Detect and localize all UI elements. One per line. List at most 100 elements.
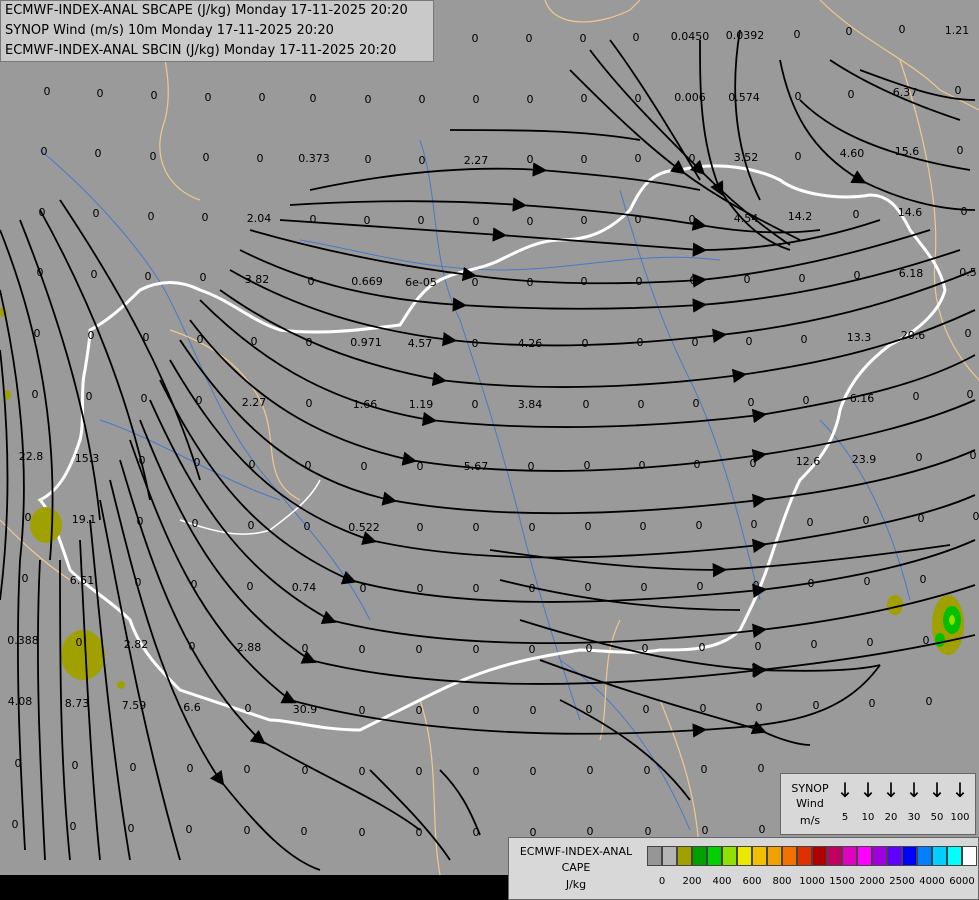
cape-value-label: 0 <box>310 213 317 226</box>
cape-value-label: 0 <box>416 643 423 656</box>
cape-value-label: 0 <box>44 85 51 98</box>
cape-value-label: 0 <box>473 215 480 228</box>
cape-value-label: 0 <box>753 579 760 592</box>
cape-value-label: 0 <box>635 92 642 105</box>
cape-value-label: 30.9 <box>293 703 318 716</box>
cape-value-label: 0 <box>807 516 814 529</box>
cape-value-label: 0 <box>473 521 480 534</box>
cape-tick-label: 600 <box>742 876 762 887</box>
cape-value-label: 0 <box>746 335 753 348</box>
cape-value-label: 0 <box>848 88 855 101</box>
cape-value-label: 0 <box>200 271 207 284</box>
cape-value-label: 0.522 <box>348 521 380 534</box>
cape-tick-label: 400 <box>712 876 732 887</box>
cape-tick-label: 0 <box>658 876 666 887</box>
cape-value-label: 0 <box>581 275 588 288</box>
cape-value-label: 0.971 <box>350 336 382 349</box>
cape-value-label: 20.6 <box>901 329 926 342</box>
cape-value-label: 0 <box>916 451 923 464</box>
cape-value-label: 0 <box>808 577 815 590</box>
cape-value-label: 6.51 <box>70 574 95 587</box>
cape-value-label: 0 <box>967 388 974 401</box>
header-line-cin: ECMWF-INDEX-ANAL SBCIN (J/kg) Monday 17-… <box>5 43 397 58</box>
cape-value-label: 0 <box>582 337 589 350</box>
cape-value-label: 0 <box>93 207 100 220</box>
cape-value-label: 0 <box>197 333 204 346</box>
cape-value-label: 4.54 <box>734 212 759 225</box>
cape-value-label: 0 <box>359 826 366 839</box>
cape-value-label: 0 <box>205 91 212 104</box>
cape-value-label: 23.9 <box>852 453 877 466</box>
cape-value-label: 0 <box>145 270 152 283</box>
cape-value-label: 7.59 <box>122 699 147 712</box>
cape-value-label: 0 <box>417 582 424 595</box>
cape-value-label: 0 <box>194 456 201 469</box>
cape-value-label: 0 <box>759 823 766 836</box>
cape-value-label: 0 <box>635 152 642 165</box>
cape-value-label: 0 <box>203 151 210 164</box>
cape-tick-label: 200 <box>682 876 702 887</box>
cape-value-label: 0 <box>472 337 479 350</box>
cape-value-label: 0 <box>139 454 146 467</box>
cape-value-label: 0 <box>584 459 591 472</box>
cape-color-swatch <box>722 846 737 866</box>
wind-speed-label: 5 <box>841 812 849 823</box>
cape-value-label: 2.04 <box>247 212 272 225</box>
cape-color-swatch <box>767 846 782 866</box>
header-line-cape: ECMWF-INDEX-ANAL SBCAPE (J/kg) Monday 17… <box>5 3 408 18</box>
cape-value-label: 0 <box>869 697 876 710</box>
cape-value-label: 0 <box>961 205 968 218</box>
cape-value-label: 0 <box>202 211 209 224</box>
cape-value-label: 0 <box>527 153 534 166</box>
cape-color-swatch <box>947 846 962 866</box>
cape-value-label: 0 <box>257 152 264 165</box>
cape-value-label: 0 <box>751 518 758 531</box>
cape-value-label: 0 <box>899 23 906 36</box>
cape-value-label: 1.66 <box>353 398 378 411</box>
cape-value-label: 0 <box>811 638 818 651</box>
cape-value-label: 0 <box>249 458 256 471</box>
cape-value-label: 0 <box>955 84 962 97</box>
cape-value-label: 13.3 <box>847 331 872 344</box>
cape-tick-label: 1500 <box>829 876 855 887</box>
cape-value-label: 0 <box>529 643 536 656</box>
cape-tick-label: 1000 <box>799 876 825 887</box>
cape-tick-label: 6000 <box>949 876 975 887</box>
cape-value-label: 0 <box>192 517 199 530</box>
cape-value-label: 0 <box>186 823 193 836</box>
wind-arrow-icon: ↓ <box>836 778 854 802</box>
map-canvas: 1.21 0 0 0 0 0 0 0 0 0 0 0 0 0.006 0.574 0 0 6.37 0 0 0 0 0 0.0… <box>0 0 979 900</box>
cape-color-swatch <box>737 846 752 866</box>
cape-value-label: 0 <box>302 764 309 777</box>
cape-value-label: 0 <box>416 704 423 717</box>
cape-legend-title2: CAPE <box>561 861 591 874</box>
cape-value-label: 0 <box>97 87 104 100</box>
cape-value-label: 0 <box>301 825 308 838</box>
cape-tick-label: 2500 <box>889 876 915 887</box>
cape-value-label: 0 <box>418 214 425 227</box>
cape-value-label: 0 <box>70 820 77 833</box>
cape-value-label: 1.21 <box>945 24 970 37</box>
cape-value-label: 0 <box>473 704 480 717</box>
cape-value-label: 0 <box>527 93 534 106</box>
cape-value-label: 3.52 <box>734 151 759 164</box>
cape-value-label: 0 <box>91 268 98 281</box>
cape-value-label: 0 <box>583 398 590 411</box>
cape-value-label: 4.26 <box>518 337 543 350</box>
cape-value-label: 0 <box>305 459 312 472</box>
cape-value-label: 6.18 <box>899 267 924 280</box>
cape-value-label: 6.6 <box>183 701 201 714</box>
cape-legend-unit: J/kg <box>565 878 587 891</box>
cape-color-swatch <box>827 846 842 866</box>
cape-value-label: 0 <box>923 634 930 647</box>
cape-value-label: 0.574 <box>728 91 760 104</box>
cape-value-label: 0 <box>585 520 592 533</box>
cape-value-label: 0 <box>633 31 640 44</box>
cape-value-label: 0 <box>973 510 979 523</box>
cape-value-label: 0 <box>417 460 424 473</box>
cape-value-label: 0 <box>473 765 480 778</box>
cape-value-label: 0 <box>248 519 255 532</box>
cape-value-label: 0 <box>863 514 870 527</box>
cape-value-label: 0 <box>473 93 480 106</box>
cape-value-label: 0 <box>854 269 861 282</box>
